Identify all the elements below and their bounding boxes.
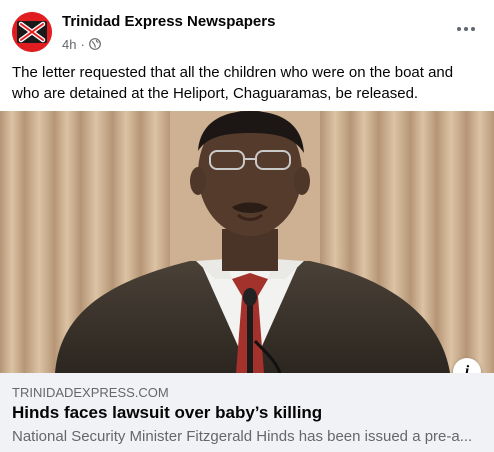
page-name-link[interactable]: Trinidad Express Newspapers [62,13,275,30]
more-options-button[interactable] [448,14,484,44]
globe-icon[interactable] [88,38,101,50]
page-avatar[interactable] [12,12,52,52]
link-domain: TRINIDADEXPRESS.COM [12,385,169,400]
facebook-post-card: Trinidad Express Newspapers 4h · The let… [0,0,494,452]
meta-separator: · [80,36,85,52]
more-options-icon [457,27,475,31]
link-title[interactable]: Hinds faces lawsuit over baby’s killing [12,403,322,423]
link-description: National Security Minister Fitzgerald Hi… [12,428,473,445]
link-preview[interactable]: i TRINIDADEXPRESS.COM Hinds faces lawsui… [0,111,494,452]
post-timestamp[interactable]: 4h [62,37,76,52]
post-meta: 4h · [62,36,101,52]
article-photo-illustration [0,111,494,373]
link-meta: TRINIDADEXPRESS.COM Hinds faces lawsuit … [0,373,494,452]
trinidad-express-logo [12,12,52,52]
post-message: The letter requested that all the childr… [12,64,454,102]
article-photo[interactable] [0,111,494,373]
post-header: Trinidad Express Newspapers 4h · [0,0,494,58]
